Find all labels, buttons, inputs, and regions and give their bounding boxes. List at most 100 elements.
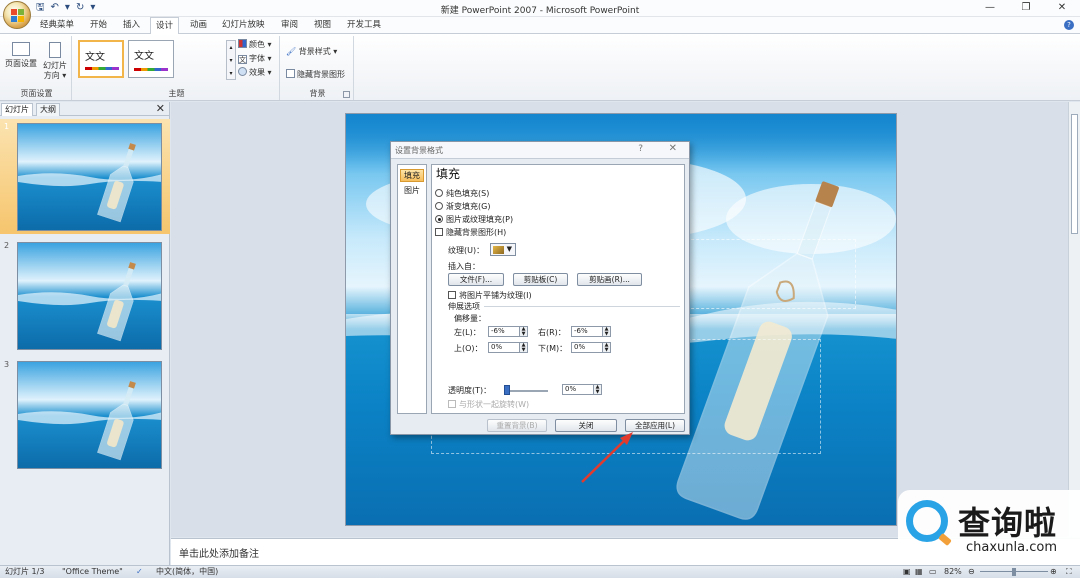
spinner-arrows-icon[interactable]: ▲ ▼ [593,385,601,394]
page-setup-button[interactable]: 页面设置 [5,42,37,69]
close-button[interactable]: ✕ [1044,1,1080,15]
group-label-page-setup: 页面设置 [20,89,53,98]
tab-home[interactable]: 开始 [90,19,107,31]
tab-design[interactable]: 设计 [150,17,180,34]
texture-picker[interactable]: ▼ [490,243,516,256]
vertical-scrollbar[interactable] [1068,102,1080,537]
offset-top-input[interactable]: 0% ▲ ▼ [488,342,528,353]
transparency-slider[interactable] [504,390,548,392]
slide-thumbnail-image [17,242,162,350]
theme-color-strip [134,68,168,71]
offsets-label: 偏移量： [454,314,486,323]
tab-classic-menu[interactable]: 经典菜单 [40,19,74,31]
group-background: 🖌 背景样式 ▾ 隐藏背景图形 背景 [282,36,354,100]
texture-swatch-icon [493,246,504,254]
minimize-button[interactable]: — [972,1,1008,15]
watermark-text: 查询啦 [958,504,1058,542]
slides-panel: 幻灯片 大纲 ✕ 1 2 3 [0,102,170,565]
restore-button[interactable]: ❐ [1008,1,1044,15]
watermark-url: chaxunla.com [966,540,1057,555]
transparency-slider-thumb[interactable] [504,385,510,395]
transparency-input[interactable]: 0% ▲ ▼ [562,384,602,395]
radio-picture[interactable] [435,215,443,223]
clipart-button[interactable]: 剪贴画(R)... [577,273,642,286]
group-themes: 文文 文文 ▴ ▾ ▾ 颜色 ▾ 文字体 ▾ 效果 ▾ 主题 [74,36,280,100]
tab-slideshow[interactable]: 幻灯片放映 [222,19,265,31]
theme-gallery-scroll[interactable]: ▴ ▾ ▾ [226,40,236,80]
hide-background-graphics[interactable]: 隐藏背景图形 [286,69,345,80]
section-heading: 填充 [436,167,461,181]
scrollbar-thumb[interactable] [1071,114,1078,234]
tab-review[interactable]: 审阅 [281,19,298,31]
category-picture[interactable]: 图片 [400,185,424,196]
slide-thumbnail[interactable]: 2 [0,238,170,353]
slide-orientation-icon [49,42,61,58]
close-dialog-button[interactable]: 关闭 [555,419,617,432]
view-slideshow-icon[interactable]: ▭ [929,566,937,578]
office-button[interactable] [3,1,31,29]
status-theme: "Office Theme" [62,567,123,576]
ribbon: 页面设置 幻灯片 方向 ▾ 页面设置 文文 文文 ▴ ▾ ▾ 颜色 ▾ 文字体 ▾ … [0,33,1080,101]
option-tile-texture[interactable]: 将图片平铺为纹理(I) [448,290,532,301]
zoom-in-icon[interactable]: ⊕ [1050,566,1057,578]
view-sorter-icon[interactable]: ▦ [915,566,923,578]
spinner-arrows-icon[interactable]: ▲ ▼ [519,327,527,336]
slide-thumbnail[interactable]: 3 [0,357,170,472]
radio-solid[interactable] [435,189,443,197]
theme-effects-button[interactable]: 效果 ▾ [238,67,272,78]
offset-right-input[interactable]: -6% ▲ ▼ [571,326,611,337]
status-language: 中文(简体，中国) [156,567,219,576]
checkbox-rotate[interactable] [448,400,456,408]
tab-animation[interactable]: 动画 [190,19,207,31]
category-fill[interactable]: 填充 [400,169,424,182]
checkbox-tile[interactable] [448,291,456,299]
background-styles-button[interactable]: 🖌 背景样式 ▾ [286,46,337,57]
checkbox-hide-bg[interactable] [435,228,443,236]
option-hide-background[interactable]: 隐藏背景图形(H) [435,227,506,238]
tab-outline[interactable]: 大纲 [36,103,60,116]
clipboard-button[interactable]: 剪贴板(C) [513,273,568,286]
slide-thumbnail-image [17,361,162,469]
radio-gradient[interactable] [435,202,443,210]
fit-window-icon[interactable]: ⛶ [1066,566,1072,578]
reset-background-button[interactable]: 重置背景(B) [487,419,547,432]
option-picture-fill[interactable]: 图片或纹理填充(P) [435,214,513,225]
offset-left-input[interactable]: -6% ▲ ▼ [488,326,528,337]
theme-thumb-current[interactable]: 文文 [78,40,124,78]
hide-bg-checkbox[interactable] [286,69,295,78]
slide-thumbnail[interactable]: 1 [0,119,170,234]
gallery-scroll-icon: ▴ ▾ ▾ [229,44,233,77]
background-dialog-launcher-icon[interactable] [343,91,350,98]
file-button[interactable]: 文件(F)... [448,273,504,286]
dialog-help-icon[interactable]: ? [638,144,643,154]
apply-to-all-button[interactable]: 全部应用(L) [625,419,685,432]
notes-placeholder: 单击此处添加备注 [179,549,259,560]
slide-orientation-button[interactable]: 幻灯片 方向 ▾ [40,42,70,81]
view-normal-icon[interactable]: ▣ [903,566,911,578]
slide-title: 标题 [691,268,896,312]
dialog-title: 设置背景格式 [395,146,443,155]
tab-insert[interactable]: 插入 [123,19,140,31]
offset-bottom-input[interactable]: 0% ▲ ▼ [571,342,611,353]
zoom-out-icon[interactable]: ⊖ [968,566,975,578]
zoom-level[interactable]: 82% [944,566,962,578]
theme-thumb-office[interactable]: 文文 [128,40,174,78]
spinner-arrows-icon[interactable]: ▲ ▼ [519,343,527,352]
spinner-arrows-icon[interactable]: ▲ ▼ [602,327,610,336]
theme-colors-button[interactable]: 颜色 ▾ [238,39,272,50]
option-solid-fill[interactable]: 纯色填充(S) [435,188,489,199]
dialog-close-icon[interactable]: ✕ [669,143,677,154]
option-rotate-with-shape[interactable]: 与形状一起旋转(W) [448,399,529,410]
divider [484,306,680,307]
spellcheck-icon[interactable]: ✓ [136,566,143,578]
theme-fonts-button[interactable]: 文字体 ▾ [238,53,272,64]
option-gradient-fill[interactable]: 渐变填充(G) [435,201,490,212]
help-icon[interactable]: ? [1064,20,1074,30]
tab-developer[interactable]: 开发工具 [347,19,381,31]
panel-close-icon[interactable]: ✕ [156,102,165,115]
spinner-arrows-icon[interactable]: ▲ ▼ [602,343,610,352]
ribbon-tabs: 经典菜单 开始 插入 设计 动画 幻灯片放映 审阅 视图 开发工具 ? [0,17,1080,34]
zoom-slider-thumb[interactable] [1012,568,1016,576]
tab-slides[interactable]: 幻灯片 [1,103,33,116]
tab-view[interactable]: 视图 [314,19,331,31]
